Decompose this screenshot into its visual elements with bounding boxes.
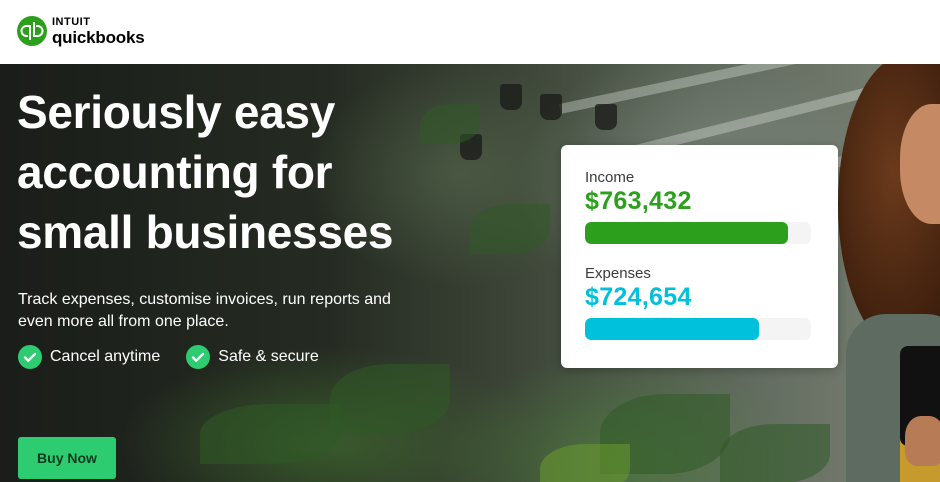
expenses-label: Expenses — [585, 265, 651, 282]
subtext-line: Track expenses, customise invoices, run … — [18, 291, 391, 308]
feature-item-safe-secure: Safe & secure — [186, 345, 319, 369]
feature-item-cancel-anytime: Cancel anytime — [18, 345, 160, 369]
feature-label: Cancel anytime — [50, 348, 161, 365]
plant-leaf — [470, 204, 550, 254]
income-bar-fill — [585, 222, 789, 244]
expenses-bar-track — [585, 318, 811, 340]
check-circle-icon — [186, 345, 211, 369]
income-value: $763,432 — [585, 187, 692, 215]
check-circle-icon — [18, 345, 42, 369]
hero-headline: Seriously easy accounting for small busi… — [17, 82, 437, 262]
person-hand — [905, 416, 940, 466]
logo-intuit-text: INTUIT — [52, 15, 91, 28]
headline-line: Seriously easy — [17, 86, 336, 138]
headline-line: small businesses — [17, 206, 394, 258]
quickbooks-logo-icon — [17, 16, 47, 46]
logo-product-text: quickbooks — [52, 27, 145, 47]
income-bar-track — [585, 222, 811, 244]
expenses-value: $724,654 — [585, 283, 692, 311]
headline-line: accounting for — [17, 146, 333, 198]
subtext-line: even more all from one place. — [18, 313, 229, 330]
hanging-pot — [500, 84, 522, 110]
logo-wordmark: INTUIT quickbooks — [52, 15, 145, 47]
buy-now-button[interactable]: Buy Now — [18, 437, 116, 479]
hanging-pot — [595, 104, 617, 130]
feature-list: Cancel anytime Safe & secure — [18, 345, 345, 369]
plant-leaf — [200, 404, 340, 464]
hanging-pot — [540, 94, 562, 120]
plant-leaf — [720, 424, 830, 482]
feature-label: Safe & secure — [218, 348, 319, 365]
quickbooks-logo[interactable]: INTUIT quickbooks — [17, 15, 145, 47]
expenses-bar-fill — [585, 318, 760, 340]
plant-leaf — [540, 444, 630, 482]
plant-leaf — [330, 364, 450, 434]
income-label: Income — [585, 169, 635, 186]
hero-subtext: Track expenses, customise invoices, run … — [18, 289, 418, 333]
top-navigation-bar: INTUIT quickbooks — [0, 0, 940, 64]
income-expenses-card: Income $763,432 Expenses $724,654 — [561, 145, 838, 368]
